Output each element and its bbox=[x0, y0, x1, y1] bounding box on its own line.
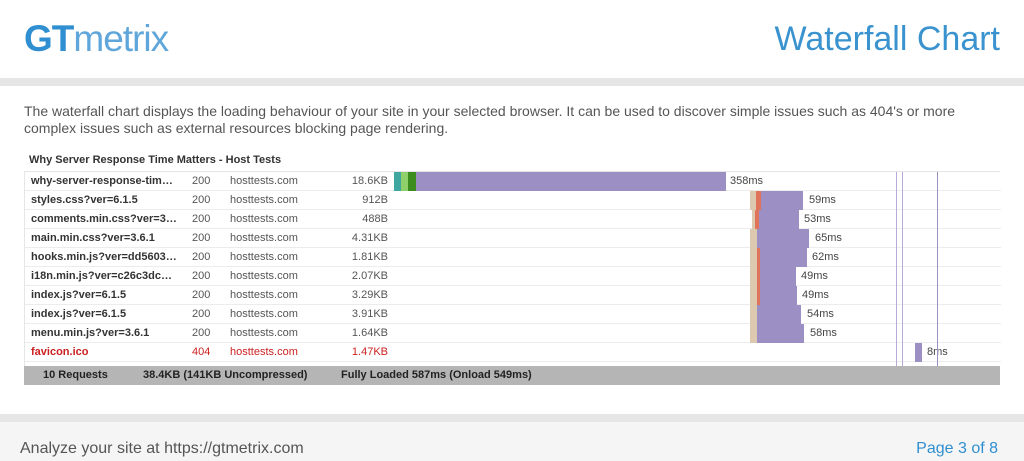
request-duration: 58ms bbox=[810, 327, 837, 339]
status-code: 200 bbox=[192, 251, 211, 263]
header-divider bbox=[0, 78, 1024, 86]
timing-bar-dns bbox=[394, 172, 401, 191]
resource-size: 3.91KB bbox=[351, 308, 388, 320]
timing-bar-receive bbox=[760, 286, 797, 305]
request-duration: 59ms bbox=[809, 194, 836, 206]
intro-paragraph: The waterfall chart displays the loading… bbox=[24, 103, 956, 136]
resource-domain: hosttests.com bbox=[230, 175, 298, 187]
timing-bar-blocked bbox=[750, 286, 757, 305]
resource-domain: hosttests.com bbox=[230, 308, 298, 320]
resource-url: menu.min.js?ver=3.6.1 bbox=[31, 327, 150, 339]
resource-url: main.min.css?ver=3.6.1 bbox=[31, 232, 155, 244]
resource-url: why-server-response-tim… bbox=[31, 175, 173, 187]
waterfall-summary-bar: 10 Requests 38.4KB (141KB Uncompressed) … bbox=[24, 366, 1000, 385]
request-duration: 53ms bbox=[804, 213, 831, 225]
report-header: GTmetrix Waterfall Chart bbox=[0, 0, 1024, 78]
resource-domain: hosttests.com bbox=[230, 213, 298, 225]
waterfall-table: why-server-response-tim… 200 hosttests.com… bbox=[24, 171, 1001, 367]
resource-size: 3.29KB bbox=[351, 289, 388, 301]
resource-url: i18n.min.js?ver=c26c3dc… bbox=[31, 270, 172, 282]
resource-size: 1.64KB bbox=[351, 327, 388, 339]
status-code: 200 bbox=[192, 327, 211, 339]
request-duration: 65ms bbox=[815, 232, 842, 244]
timing-bar-blocked bbox=[750, 229, 757, 248]
status-code: 200 bbox=[192, 175, 211, 187]
resource-url: hooks.min.js?ver=dd5603… bbox=[31, 251, 177, 263]
timing-bar-receive bbox=[761, 191, 803, 210]
report-footer: Analyze your site at https://gtmetrix.co… bbox=[0, 422, 1024, 461]
timing-bar-receive bbox=[757, 229, 809, 248]
resource-size: 1.47KB bbox=[351, 346, 388, 358]
resource-size: 2.07KB bbox=[351, 270, 388, 282]
status-code: 200 bbox=[192, 232, 211, 244]
resource-size: 488B bbox=[362, 213, 388, 225]
resource-domain: hosttests.com bbox=[230, 289, 298, 301]
request-duration: 49ms bbox=[802, 289, 829, 301]
status-code: 200 bbox=[192, 194, 211, 206]
request-duration: 49ms bbox=[801, 270, 828, 282]
page-number: Page 3 of 8 bbox=[916, 440, 998, 457]
page-title: Waterfall Chart bbox=[774, 20, 1000, 58]
footer-divider bbox=[0, 414, 1024, 422]
summary-size: 38.4KB (141KB Uncompressed) bbox=[143, 369, 308, 381]
resource-domain: hosttests.com bbox=[230, 346, 298, 358]
resource-domain: hosttests.com bbox=[230, 194, 298, 206]
fully-loaded-marker-line bbox=[937, 172, 938, 367]
status-code: 200 bbox=[192, 308, 211, 320]
gtmetrix-logo: GTmetrix bbox=[24, 18, 169, 59]
timing-bar-receive bbox=[416, 172, 726, 191]
resource-url: favicon.ico bbox=[31, 346, 89, 358]
resource-url: index.js?ver=6.1.5 bbox=[31, 289, 127, 301]
summary-requests: 10 Requests bbox=[43, 369, 108, 381]
timing-bar-blocked bbox=[750, 248, 757, 267]
resource-domain: hosttests.com bbox=[230, 251, 298, 263]
timing-bar-ssl bbox=[408, 172, 416, 191]
status-code: 200 bbox=[192, 289, 211, 301]
status-code: 200 bbox=[192, 270, 211, 282]
request-duration: 62ms bbox=[812, 251, 839, 263]
timing-bar-receive bbox=[760, 248, 807, 267]
footer-analyze-text: Analyze your site at https://gtmetrix.co… bbox=[20, 440, 304, 457]
timing-bar-blocked bbox=[750, 267, 757, 286]
resource-size: 4.31KB bbox=[351, 232, 388, 244]
timing-bar-receive bbox=[757, 324, 804, 343]
onload-marker-line bbox=[896, 172, 897, 367]
status-code: 404 bbox=[192, 346, 211, 358]
request-duration: 358ms bbox=[730, 175, 764, 187]
timing-bar-receive bbox=[757, 305, 801, 324]
status-code: 200 bbox=[192, 213, 211, 225]
resource-size: 912B bbox=[362, 194, 388, 206]
timing-bar-receive bbox=[759, 210, 799, 229]
waterfall-timeline: 358ms59ms53ms65ms62ms49ms49ms54ms58ms8ms bbox=[394, 172, 1001, 367]
resource-size: 18.6KB bbox=[351, 175, 388, 187]
timing-bar-receive bbox=[760, 267, 796, 286]
resource-domain: hosttests.com bbox=[230, 327, 298, 339]
request-duration: 54ms bbox=[807, 308, 834, 320]
resource-url: index.js?ver=6.1.5 bbox=[31, 308, 127, 320]
waterfall-title: Why Server Response Time Matters - Host … bbox=[29, 154, 282, 166]
summary-fully-loaded: Fully Loaded 587ms (Onload 549ms) bbox=[341, 369, 532, 381]
timing-bar-blocked bbox=[750, 324, 757, 343]
resource-size: 1.81KB bbox=[351, 251, 388, 263]
resource-url: styles.css?ver=6.1.5 bbox=[31, 194, 138, 206]
resource-domain: hosttests.com bbox=[230, 270, 298, 282]
onload-marker-line bbox=[902, 172, 903, 367]
timing-bar-receive bbox=[915, 343, 922, 362]
resource-domain: hosttests.com bbox=[230, 232, 298, 244]
timing-bar-blocked bbox=[750, 305, 757, 324]
resource-url: comments.min.css?ver=3… bbox=[31, 213, 177, 225]
